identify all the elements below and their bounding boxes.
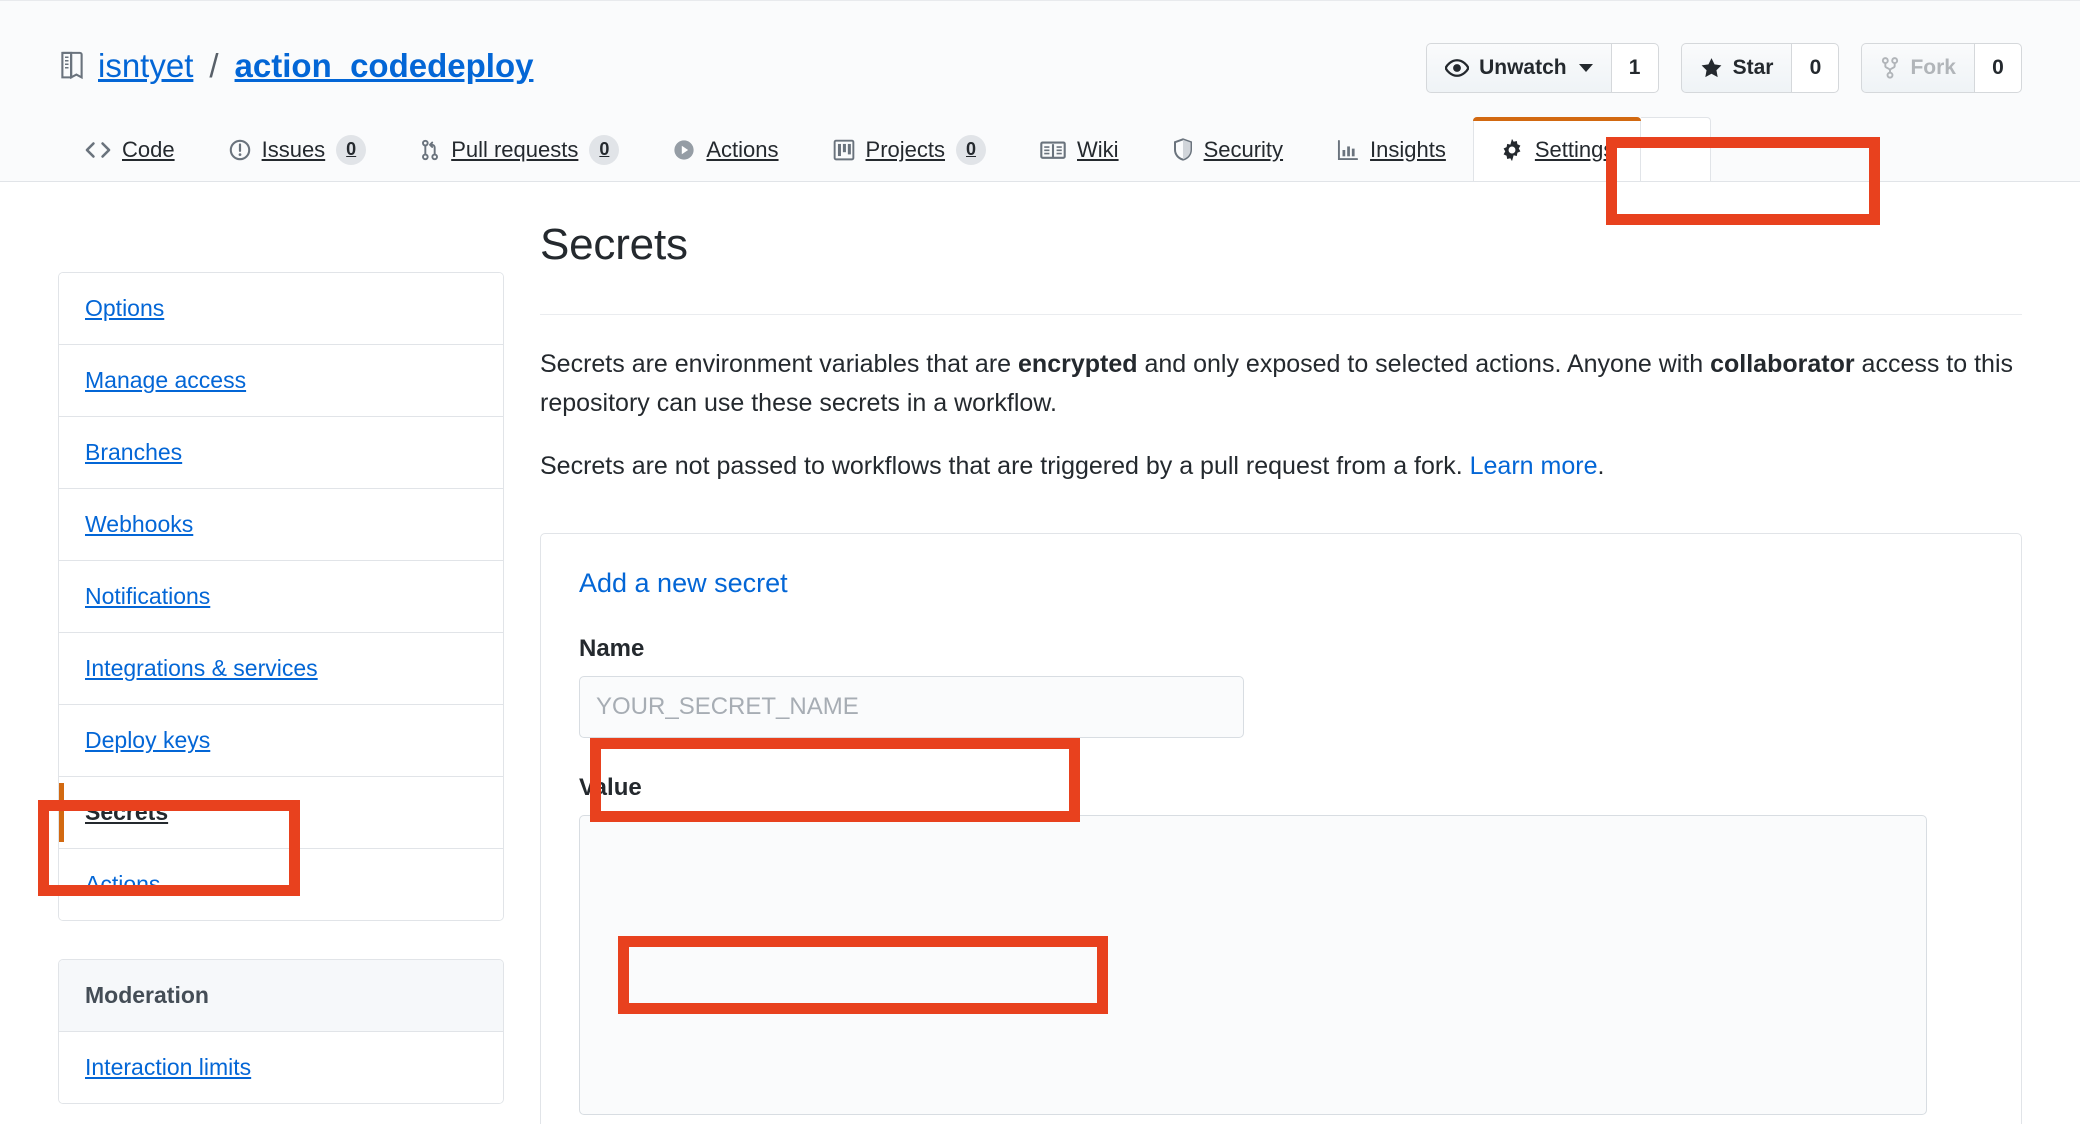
sidebar-item-branches[interactable]: Branches: [59, 417, 503, 489]
repo-nav-tabs: Code Issues 0 Pull requests 0 Actions Pr…: [0, 117, 2080, 181]
settings-main: Secrets Secrets are environment variable…: [540, 182, 2022, 1124]
fork-button-group: Fork 0: [1861, 43, 2022, 93]
tab-pull-requests[interactable]: Pull requests 0: [393, 117, 646, 181]
fork-label: Fork: [1910, 56, 1956, 79]
star-button-group: Star 0: [1680, 43, 1840, 93]
eye-icon: [1445, 59, 1470, 77]
desc-part-2: and only exposed to selected actions. An…: [1137, 350, 1711, 378]
secret-name-input[interactable]: [579, 676, 1244, 739]
sidebar-item-actions[interactable]: Actions: [59, 849, 503, 920]
desc2-text: Secrets are not passed to workflows that…: [540, 451, 1470, 480]
secret-value-textarea[interactable]: [579, 815, 1927, 1116]
git-pull-request-icon: [420, 139, 440, 161]
tab-settings-label: Settings: [1534, 136, 1615, 162]
repo-owner-link[interactable]: isntyet: [98, 49, 193, 82]
project-board-icon: [833, 139, 855, 161]
tab-projects[interactable]: Projects 0: [806, 117, 1013, 181]
tab-wiki[interactable]: Wiki: [1013, 117, 1146, 181]
sidebar-item-integrations-services[interactable]: Integrations & services: [59, 633, 503, 705]
graph-icon: [1337, 139, 1359, 161]
secret-name-label: Name: [579, 635, 645, 663]
title-divider: [540, 314, 2022, 315]
tab-actions[interactable]: Actions: [646, 117, 805, 181]
settings-menu: Options Manage access Branches Webhooks …: [58, 272, 504, 921]
tab-wiki-label: Wiki: [1077, 136, 1119, 162]
unwatch-button[interactable]: Unwatch: [1426, 43, 1611, 93]
tab-insights-label: Insights: [1370, 136, 1446, 162]
play-icon: [673, 139, 695, 161]
star-count[interactable]: 0: [1791, 43, 1840, 93]
repo-actions: Unwatch 1 Star 0 Fork 0: [1426, 43, 2022, 93]
star-icon: [1700, 57, 1723, 79]
fork-count[interactable]: 0: [1974, 43, 2022, 93]
tab-settings[interactable]: Settings: [1472, 117, 1642, 181]
add-secret-card: Add a new secret Name Value: [540, 533, 2022, 1124]
issue-opened-icon: [229, 139, 251, 161]
repo-book-icon: [58, 50, 86, 82]
desc2-suffix: .: [1597, 451, 1605, 480]
tab-issues-count: 0: [336, 134, 367, 165]
desc-part-1: Secrets are environment variables that a…: [540, 350, 1019, 378]
github-repo-settings-page: isntyet / action_codedeploy Unwatch 1 St…: [0, 0, 2080, 1124]
fork-button[interactable]: Fork: [1861, 43, 1974, 93]
moderation-header: Moderation: [59, 960, 503, 1032]
code-icon: [85, 141, 111, 159]
tab-pull-requests-label: Pull requests: [451, 136, 579, 162]
shield-icon: [1173, 138, 1193, 161]
repo-separator: /: [209, 47, 219, 84]
desc-bold-encrypted: encrypted: [1018, 350, 1138, 378]
tab-security-label: Security: [1203, 136, 1284, 162]
sidebar-item-notifications[interactable]: Notifications: [59, 561, 503, 633]
tab-code-label: Code: [122, 136, 175, 162]
repo-breadcrumb: isntyet / action_codedeploy: [58, 49, 533, 82]
sidebar-item-webhooks[interactable]: Webhooks: [59, 489, 503, 561]
add-a-new-secret-link[interactable]: Add a new secret: [579, 568, 788, 599]
secret-value-label: Value: [579, 774, 642, 802]
sidebar-item-interaction-limits[interactable]: Interaction limits: [59, 1032, 503, 1103]
tab-bar-tail: [1641, 117, 1712, 181]
fork-icon: [1880, 57, 1900, 79]
repo-name-link[interactable]: action_codedeploy: [235, 49, 534, 82]
sidebar-item-manage-access[interactable]: Manage access: [59, 345, 503, 417]
tab-actions-label: Actions: [706, 136, 779, 162]
chevron-down-icon: [1578, 64, 1593, 72]
secrets-description-2: Secrets are not passed to workflows that…: [540, 447, 2022, 486]
tab-projects-count: 0: [956, 134, 987, 165]
star-label: Star: [1732, 56, 1774, 79]
learn-more-link[interactable]: Learn more: [1470, 452, 1598, 480]
tab-issues[interactable]: Issues 0: [202, 117, 394, 181]
secrets-description-1: Secrets are environment variables that a…: [540, 345, 2022, 423]
book-icon: [1040, 140, 1066, 160]
sidebar-item-deploy-keys[interactable]: Deploy keys: [59, 705, 503, 777]
tab-insights[interactable]: Insights: [1310, 117, 1473, 181]
tab-issues-label: Issues: [261, 136, 326, 162]
tab-projects-label: Projects: [865, 136, 946, 162]
star-button[interactable]: Star: [1680, 43, 1792, 93]
sidebar-item-secrets[interactable]: Secrets: [59, 777, 503, 849]
moderation-menu: Moderation Interaction limits: [58, 959, 504, 1104]
tab-security[interactable]: Security: [1146, 117, 1310, 181]
tab-pull-requests-count: 0: [589, 134, 620, 165]
gear-icon: [1500, 138, 1524, 162]
settings-sidebar: Options Manage access Branches Webhooks …: [58, 272, 504, 1104]
watch-count[interactable]: 1: [1610, 43, 1659, 93]
unwatch-label: Unwatch: [1479, 56, 1567, 79]
page-title: Secrets: [540, 220, 688, 269]
repo-header: isntyet / action_codedeploy Unwatch 1 St…: [0, 0, 2080, 182]
tab-code[interactable]: Code: [58, 117, 202, 181]
desc-bold-collaborator: collaborator: [1710, 350, 1855, 378]
sidebar-item-options[interactable]: Options: [59, 273, 503, 345]
watch-button-group: Unwatch 1: [1426, 43, 1659, 93]
